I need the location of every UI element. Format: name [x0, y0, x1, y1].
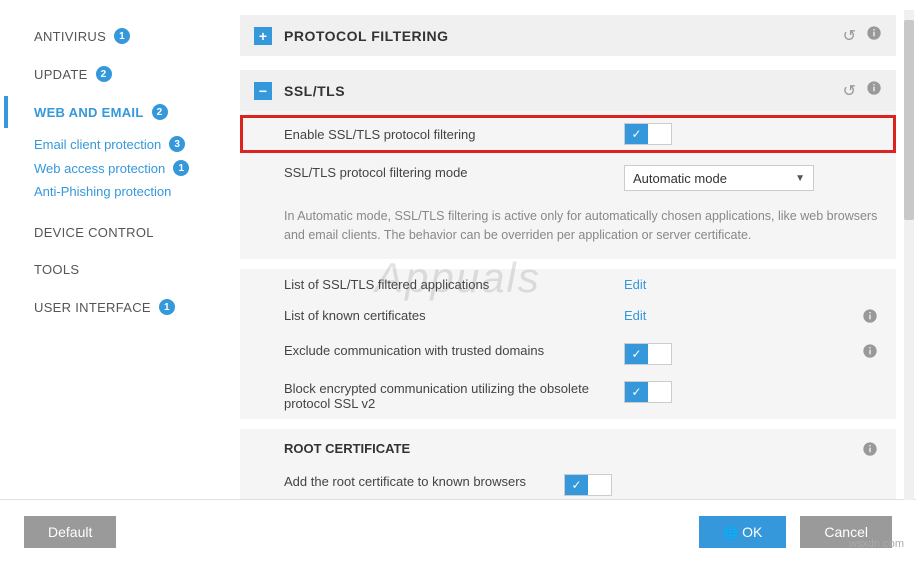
checkmark-icon: ✓ — [565, 475, 588, 495]
expand-icon[interactable]: + — [254, 27, 272, 45]
sidebar-label: WEB AND EMAIL — [34, 105, 144, 120]
toggle-block-sslv2[interactable]: ✓ — [624, 381, 672, 403]
sidebar-item-user-interface[interactable]: USER INTERFACE 1 — [34, 291, 220, 323]
info-icon[interactable] — [862, 441, 878, 460]
ok-button[interactable]: OK — [699, 516, 786, 548]
sidebar-label: DEVICE CONTROL — [34, 225, 154, 240]
sidebar-sub-email-client[interactable]: Email client protection 3 — [34, 132, 220, 156]
section-protocol-filtering: + PROTOCOL FILTERING ↺ — [240, 15, 896, 56]
setting-label: Enable SSL/TLS protocol filtering — [284, 127, 624, 142]
select-value: Automatic mode — [633, 171, 727, 186]
scrollbar-thumb[interactable] — [904, 20, 914, 220]
setting-label: List of SSL/TLS filtered applications — [284, 277, 624, 292]
sidebar-item-tools[interactable]: TOOLS — [34, 254, 220, 285]
row-exclude-trusted: Exclude communication with trusted domai… — [240, 335, 896, 373]
badge: 2 — [152, 104, 168, 120]
badge: 2 — [96, 66, 112, 82]
scrollbar[interactable] — [904, 10, 914, 500]
checkmark-icon: ✓ — [625, 124, 648, 144]
collapse-icon[interactable]: − — [254, 82, 272, 100]
checkmark-icon: ✓ — [625, 382, 648, 402]
row-enable-ssl-filtering: Enable SSL/TLS protocol filtering ✓ — [240, 115, 896, 153]
footer: Default OK Cancel — [0, 500, 916, 564]
sub-label: Email client protection — [34, 137, 161, 152]
chevron-down-icon: ▼ — [795, 173, 805, 184]
info-icon[interactable] — [866, 80, 882, 101]
section-title: SSL/TLS — [284, 83, 843, 99]
info-icon[interactable] — [862, 308, 878, 327]
setting-label: List of known certificates — [284, 308, 624, 323]
setting-label: Block encrypted communication utilizing … — [284, 381, 624, 411]
row-filtered-apps: List of SSL/TLS filtered applications Ed… — [240, 269, 896, 300]
sidebar-sub-web-access[interactable]: Web access protection 1 — [34, 156, 220, 180]
badge: 3 — [169, 136, 185, 152]
edit-link[interactable]: Edit — [624, 277, 646, 292]
sub-label: Anti-Phishing protection — [34, 184, 171, 199]
row-add-root-cert: Add the root certificate to known browse… — [240, 466, 896, 500]
globe-icon — [723, 524, 742, 540]
setting-label: Exclude communication with trusted domai… — [284, 343, 624, 358]
sub-label: Web access protection — [34, 161, 165, 176]
badge: 1 — [159, 299, 175, 315]
help-text: In Automatic mode, SSL/TLS filtering is … — [240, 199, 896, 259]
sidebar-item-device-control[interactable]: DEVICE CONTROL — [34, 217, 220, 248]
revert-icon[interactable]: ↺ — [843, 81, 856, 101]
select-filtering-mode[interactable]: Automatic mode ▼ — [624, 165, 814, 191]
info-icon[interactable] — [866, 25, 882, 46]
sidebar-item-update[interactable]: UPDATE 2 — [34, 58, 220, 90]
toggle-exclude-trusted[interactable]: ✓ — [624, 343, 672, 365]
sidebar-sub-anti-phishing[interactable]: Anti-Phishing protection — [34, 180, 220, 203]
revert-icon[interactable]: ↺ — [843, 26, 856, 46]
checkmark-icon: ✓ — [625, 344, 648, 364]
row-filtering-mode: SSL/TLS protocol filtering mode Automati… — [240, 157, 896, 199]
sidebar-label: UPDATE — [34, 67, 88, 82]
edit-link[interactable]: Edit — [624, 308, 646, 323]
badge: 1 — [173, 160, 189, 176]
subsection-root-certificate: ROOT CERTIFICATE — [240, 429, 896, 466]
setting-label: Add the root certificate to known browse… — [284, 474, 564, 489]
sidebar-item-web-and-email[interactable]: WEB AND EMAIL 2 — [34, 96, 220, 128]
main-panel: + PROTOCOL FILTERING ↺ − SSL/TLS ↺ — [230, 0, 916, 499]
sidebar-label: USER INTERFACE — [34, 300, 151, 315]
row-known-certs: List of known certificates Edit — [240, 300, 896, 335]
setting-label: SSL/TLS protocol filtering mode — [284, 165, 624, 180]
badge: 1 — [114, 28, 130, 44]
default-button[interactable]: Default — [24, 516, 116, 548]
sidebar-item-antivirus[interactable]: ANTIVIRUS 1 — [34, 20, 220, 52]
sidebar-label: TOOLS — [34, 262, 79, 277]
source-label: wsxdn.com — [849, 538, 904, 550]
toggle-add-root-cert[interactable]: ✓ — [564, 474, 612, 496]
subsection-title: ROOT CERTIFICATE — [284, 441, 410, 460]
info-icon[interactable] — [862, 343, 878, 362]
sidebar: ANTIVIRUS 1 UPDATE 2 WEB AND EMAIL 2 Ema… — [0, 0, 230, 499]
section-ssl-tls: − SSL/TLS ↺ Enable SSL/TLS protocol filt… — [240, 70, 896, 499]
row-block-sslv2: Block encrypted communication utilizing … — [240, 373, 896, 419]
toggle-enable-ssl[interactable]: ✓ — [624, 123, 672, 145]
sidebar-label: ANTIVIRUS — [34, 29, 106, 44]
section-title: PROTOCOL FILTERING — [284, 28, 843, 44]
